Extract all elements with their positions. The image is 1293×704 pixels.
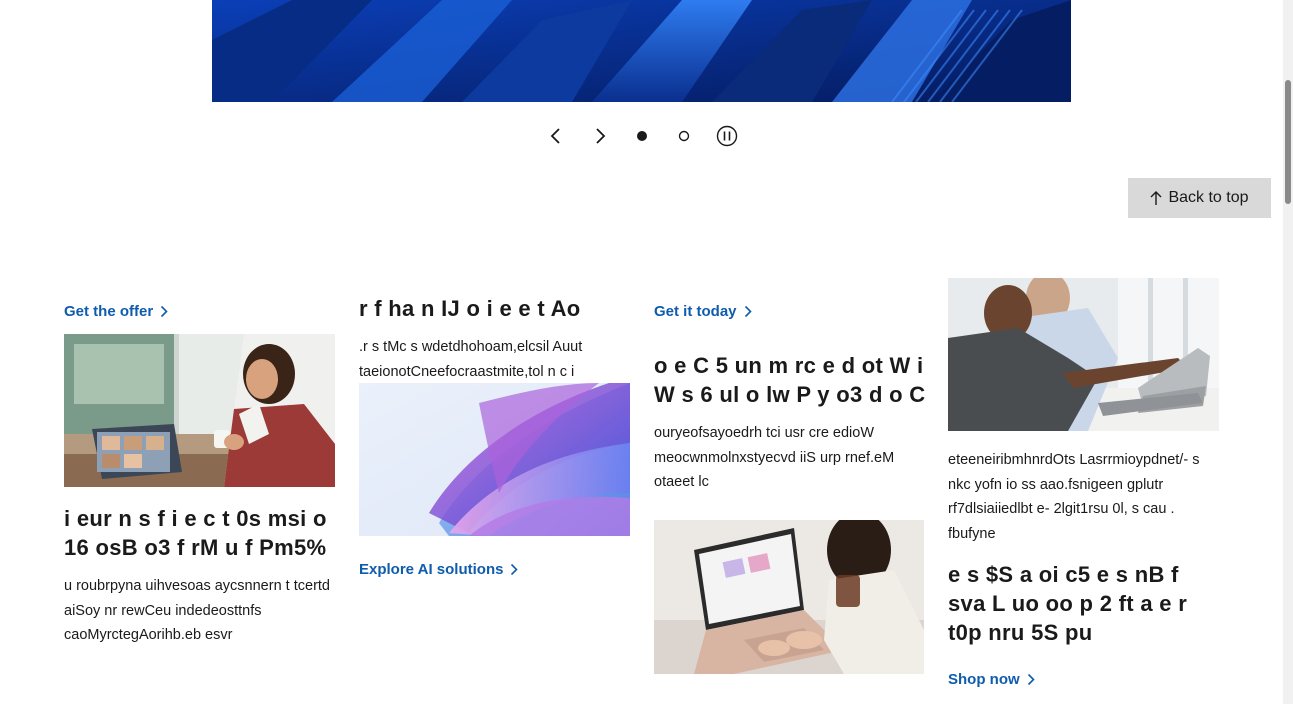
- arrow-up-icon: [1150, 190, 1162, 206]
- promo-card-3-text: o e C 5 un m rc e d ot W i W s 6 ul o lw…: [654, 351, 926, 495]
- back-to-top-button[interactable]: Back to top: [1128, 178, 1271, 218]
- link-label: Explore AI solutions: [359, 561, 504, 578]
- woman-video-call-image: [64, 334, 335, 487]
- promo-card-4-text: eteeneiribmhnrdOts Lasrrmioypdnet/- s nk…: [948, 448, 1220, 647]
- promo-card-1: Get the offer: [64, 303, 336, 321]
- chevron-right-icon: [1027, 673, 1035, 686]
- card-heading: e s $S a oi c5 e s nB f sva L uo oo p 2 …: [948, 562, 1188, 645]
- get-the-offer-link[interactable]: Get the offer: [64, 303, 168, 320]
- explore-ai-solutions-link[interactable]: Explore AI solutions: [359, 561, 519, 578]
- carousel-controls: [540, 122, 750, 150]
- chevron-right-icon: [510, 563, 519, 576]
- card-heading: r f ha n IJ o i e e t Ao: [359, 296, 581, 321]
- chevron-right-icon: [160, 305, 168, 318]
- card-description: .r s tMc s wdetdhohoam,elcsil Auut taeio…: [359, 339, 583, 380]
- men-at-laptop-image: [948, 278, 1219, 431]
- surface-laptop-image: [654, 520, 924, 674]
- promo-card-4-link: Shop now: [948, 671, 1220, 689]
- card-heading: o e C 5 un m rc e d ot W i W s 6 ul o lw…: [654, 353, 926, 407]
- chevron-right-icon[interactable]: [586, 122, 614, 150]
- link-label: Shop now: [948, 671, 1020, 688]
- carousel-dot[interactable]: [670, 122, 698, 150]
- card-heading: i eur n s f i e c t 0s msi o 16 osB o3 f…: [64, 506, 327, 560]
- card-description: eteeneiribmhnrdOts Lasrrmioypdnet/- s nk…: [948, 452, 1200, 542]
- promo-card-1-text: i eur n s f i e c t 0s msi o 16 osB o3 f…: [64, 504, 336, 648]
- promo-card-3: Get it today: [654, 303, 926, 321]
- chevron-right-icon: [744, 305, 752, 318]
- card-description: u roubrpyna uihvesoas aycsnnern t tcertd…: [64, 578, 330, 643]
- carousel-dot-active[interactable]: [628, 122, 656, 150]
- hero-banner-image: [212, 0, 1071, 102]
- card-description: ouryeofsayoedrh tci usr cre edioW meocwn…: [654, 425, 895, 490]
- pause-icon[interactable]: [713, 122, 741, 150]
- back-to-top-label: Back to top: [1168, 189, 1249, 206]
- promo-card-2: r f ha n IJ o i e e t Ao .r s tMc s wdet…: [359, 294, 631, 384]
- promo-card-2-link: Explore AI solutions: [359, 561, 631, 579]
- chevron-left-icon[interactable]: [542, 122, 570, 150]
- link-label: Get it today: [654, 303, 737, 320]
- windows-bloom-image: [359, 383, 630, 536]
- link-label: Get the offer: [64, 303, 154, 320]
- scrollbar-thumb[interactable]: [1285, 80, 1291, 204]
- shop-now-link[interactable]: Shop now: [948, 671, 1035, 688]
- get-it-today-link[interactable]: Get it today: [654, 303, 752, 320]
